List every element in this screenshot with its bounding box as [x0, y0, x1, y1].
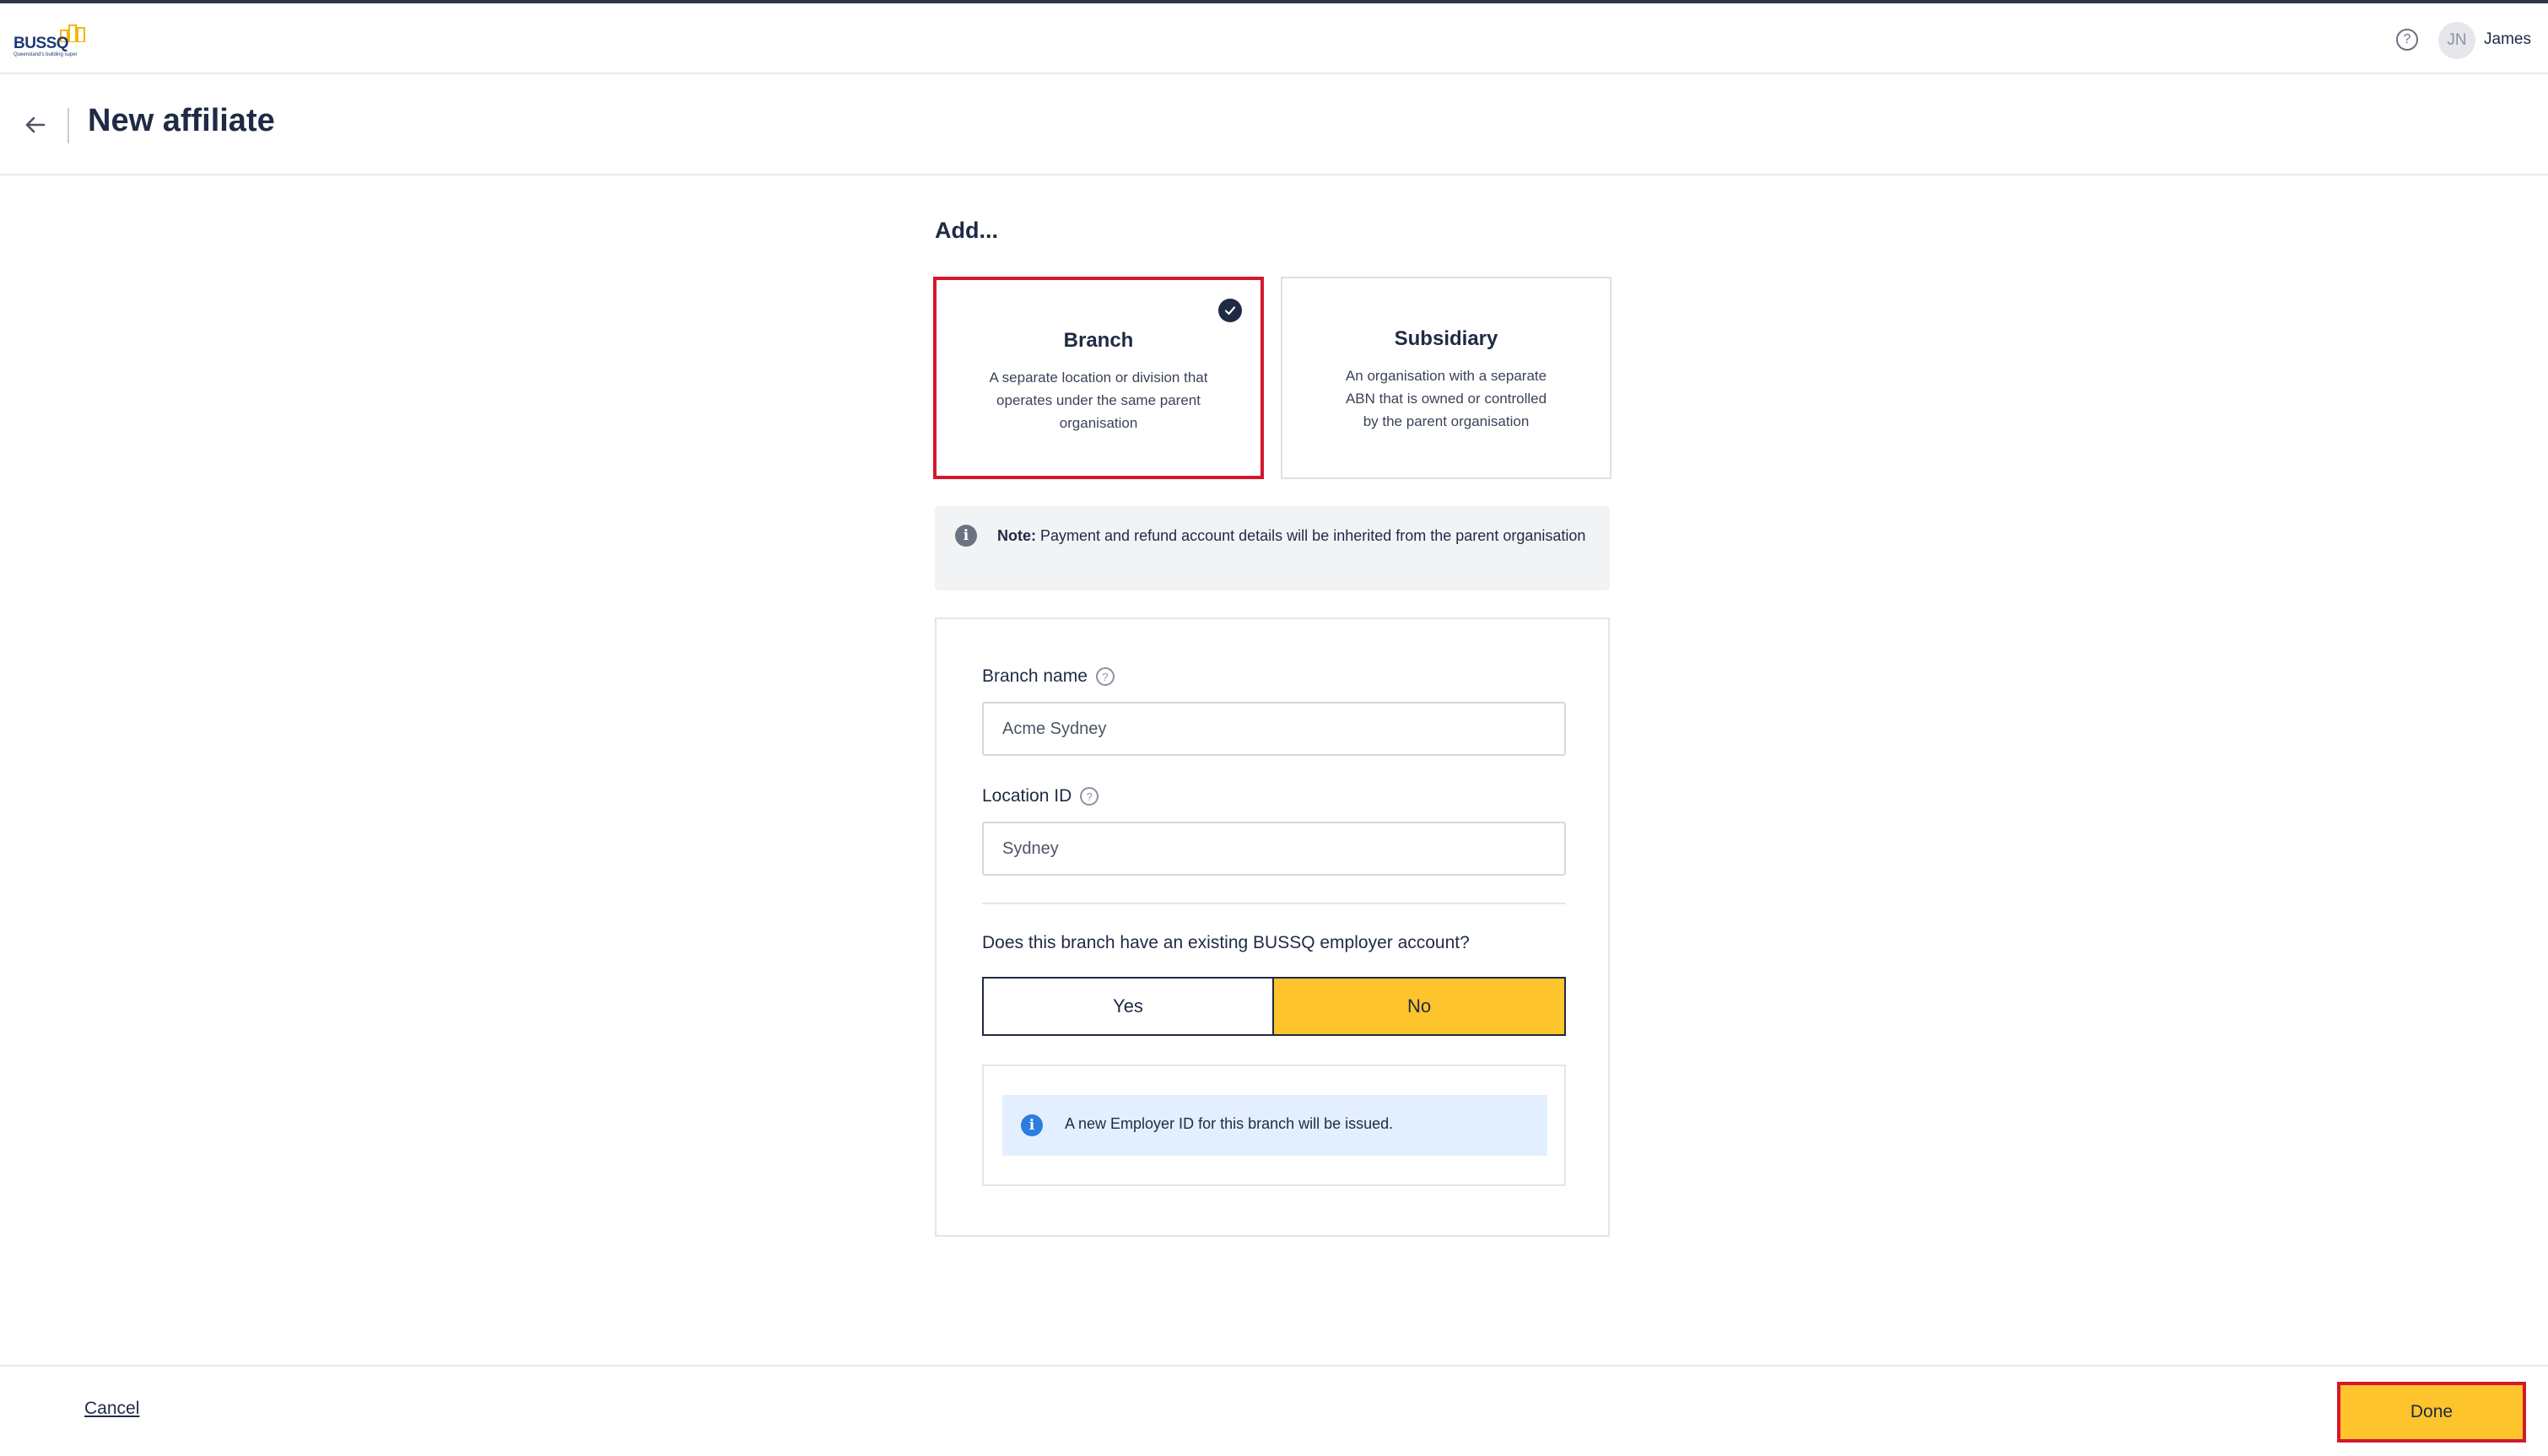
branch-option-title: Branch — [1063, 329, 1134, 352]
avatar[interactable]: JN — [2438, 22, 2475, 59]
question-circle-icon[interactable]: ? — [1080, 787, 1099, 806]
branch-name-label: Branch name ? — [982, 666, 1115, 687]
info-icon: i — [955, 525, 977, 547]
bussq-logo[interactable]: BUSSQ Queensland's building super — [13, 19, 98, 59]
location-id-label: Location ID ? — [982, 786, 1099, 806]
branch-name-label-text: Branch name — [982, 666, 1088, 686]
location-id-label-text: Location ID — [982, 786, 1072, 806]
form-divider — [982, 903, 1566, 904]
existing-account-question: Does this branch have an existing BUSSQ … — [982, 933, 1470, 952]
subsidiary-option-description: An organisation with a separate ABN that… — [1345, 368, 1547, 429]
inheritance-note: i Note: Payment and refund account detai… — [935, 506, 1610, 590]
logo-wordmark: BUSSQ — [13, 35, 69, 52]
page-title: New affiliate — [88, 103, 275, 138]
logo-tagline: Queensland's building super — [13, 52, 78, 57]
cancel-link[interactable]: Cancel — [84, 1399, 139, 1419]
title-divider — [67, 108, 69, 143]
yes-toggle-button[interactable]: Yes — [982, 977, 1274, 1036]
help-icon[interactable]: ? — [2396, 29, 2418, 51]
branch-option-description: A separate location or division that ope… — [989, 369, 1208, 431]
done-button[interactable]: Done — [2337, 1382, 2526, 1443]
employer-id-info-box: i A new Employer ID for this branch will… — [1002, 1095, 1547, 1156]
note-body: Payment and refund account details will … — [1036, 527, 1586, 544]
info-icon: i — [1021, 1114, 1043, 1136]
question-circle-icon[interactable]: ? — [1095, 667, 1115, 686]
employer-id-info-panel: i A new Employer ID for this branch will… — [982, 1065, 1566, 1186]
user-name[interactable]: James — [2484, 30, 2531, 49]
no-toggle-button[interactable]: No — [1274, 977, 1566, 1036]
back-arrow-icon[interactable] — [22, 111, 49, 138]
help-glyph: ? — [2403, 32, 2411, 46]
check-circle-icon — [1218, 299, 1242, 322]
branch-option-card[interactable]: Branch A separate location or division t… — [933, 277, 1264, 479]
branch-form-card: Branch name ? Acme Sydney Location ID ? … — [935, 617, 1610, 1237]
page-title-bar: New affiliate — [0, 76, 2548, 175]
subsidiary-option-card[interactable]: Subsidiary An organisation with a separa… — [1281, 277, 1611, 479]
employer-id-info-text: A new Employer ID for this branch will b… — [1065, 1115, 1394, 1132]
subsidiary-option-title: Subsidiary — [1394, 327, 1498, 350]
note-label: Note: — [997, 527, 1036, 544]
branch-name-input[interactable]: Acme Sydney — [982, 702, 1566, 756]
note-text: Note: Payment and refund account details… — [997, 523, 1588, 548]
location-id-input[interactable]: Sydney — [982, 822, 1566, 876]
page-footer: Cancel Done — [0, 1365, 2548, 1456]
add-heading: Add... — [935, 218, 998, 243]
app-header: BUSSQ Queensland's building super ? JN J… — [0, 3, 2548, 74]
